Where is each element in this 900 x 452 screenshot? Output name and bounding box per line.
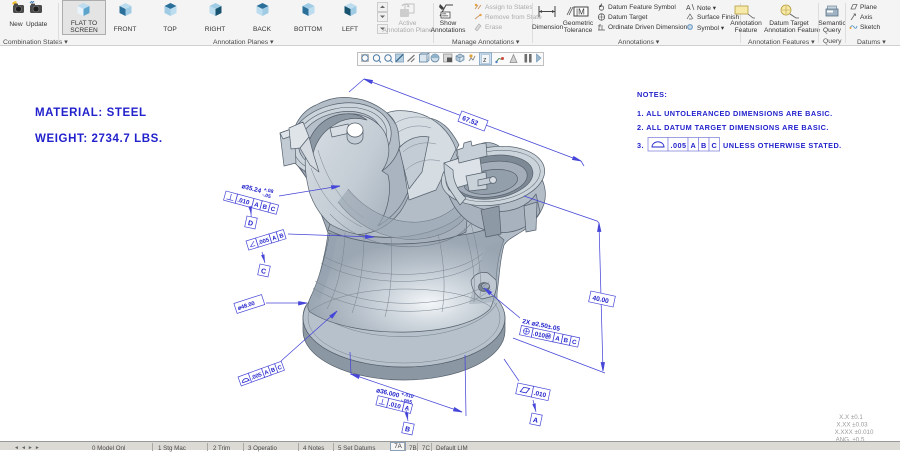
- svg-text:.005: .005: [671, 141, 687, 150]
- svg-text:A: A: [555, 335, 561, 343]
- svg-text:B: B: [262, 203, 269, 211]
- svg-text:WEIGHT: 2734.7 LBS.: WEIGHT: 2734.7 LBS.: [35, 133, 163, 145]
- svg-text:z: z: [483, 57, 487, 64]
- svg-text:C: C: [270, 206, 277, 214]
- svg-text:.010: .010: [237, 197, 251, 207]
- svg-text:-8: -8: [598, 24, 601, 28]
- svg-text:3.: 3.: [637, 141, 644, 150]
- svg-text:▲: ▲: [598, 3, 602, 8]
- svg-text:NOTES:: NOTES:: [637, 90, 667, 99]
- svg-text:C: C: [712, 141, 718, 150]
- svg-text:B: B: [701, 141, 707, 150]
- svg-text:A: A: [404, 405, 411, 413]
- svg-text:X.XXX ±0.010: X.XXX ±0.010: [835, 429, 874, 436]
- svg-text:C: C: [571, 339, 577, 347]
- svg-text:-.05: -.05: [261, 192, 271, 200]
- svg-text:2. ALL DATUM TARGET DIMENSION: 2. ALL DATUM TARGET DIMENSIONS ARE BASIC…: [637, 123, 829, 132]
- svg-text:X.X ±0.1: X.X ±0.1: [839, 414, 863, 421]
- svg-text:MATERIAL: STEEL: MATERIAL: STEEL: [35, 107, 147, 119]
- svg-text:A: A: [253, 201, 260, 209]
- svg-text:2X ⌀2.50±.05: 2X ⌀2.50±.05: [522, 318, 561, 333]
- svg-text:1. ALL UNTOLERANCED DIMENSION: 1. ALL UNTOLERANCED DIMENSIONS ARE BASIC…: [637, 109, 833, 118]
- svg-text:UNLESS OTHERWISE STATED.: UNLESS OTHERWISE STATED.: [723, 141, 842, 150]
- svg-text:B: B: [279, 233, 285, 240]
- svg-text:B: B: [563, 337, 569, 345]
- svg-text:⌀35.24: ⌀35.24: [241, 183, 262, 195]
- svg-text:A: A: [691, 141, 697, 150]
- svg-text:A: A: [686, 5, 691, 11]
- svg-text:|M: |M: [576, 8, 585, 17]
- svg-text:X.XX ±0.03: X.XX ±0.03: [836, 422, 868, 429]
